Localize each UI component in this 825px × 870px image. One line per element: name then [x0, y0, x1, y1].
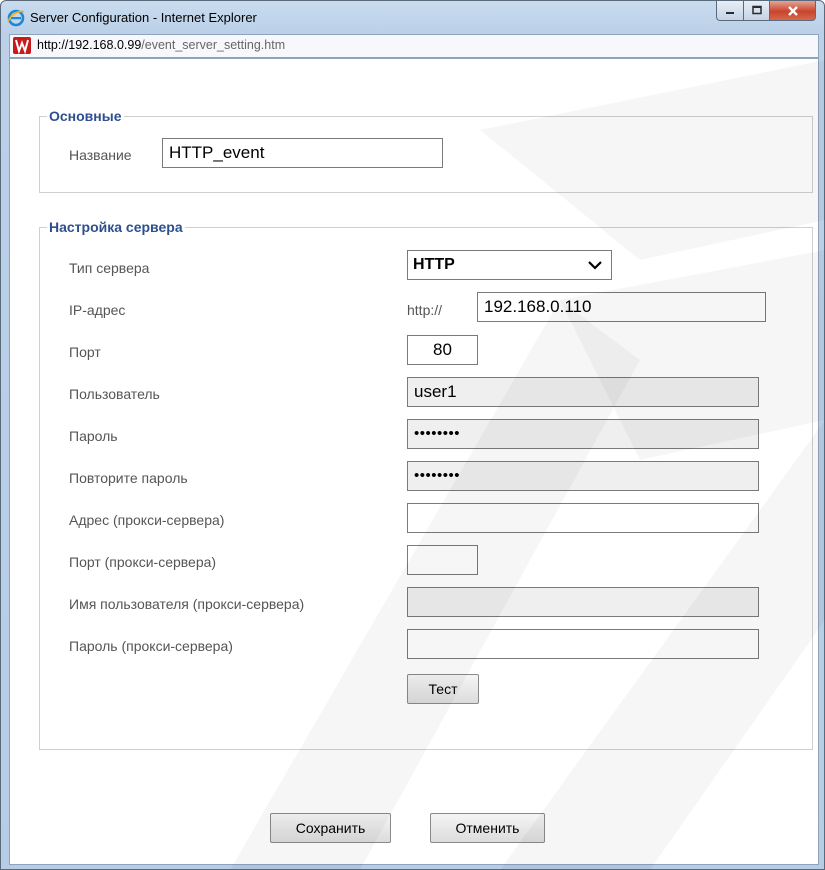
proxy-address-label: Адрес (прокси-сервера) [69, 512, 225, 528]
internet-explorer-icon [7, 9, 25, 27]
server-settings-legend: Настройка сервера [49, 219, 183, 235]
server-type-label: Тип сервера [69, 260, 150, 276]
close-icon [787, 5, 798, 16]
proxy-port-input[interactable] [407, 545, 478, 575]
test-button[interactable]: Тест [407, 674, 479, 704]
title-bar[interactable]: Server Configuration - Internet Explorer [1, 1, 824, 33]
port-input[interactable]: 80 [407, 335, 478, 365]
save-button[interactable]: Сохранить [270, 813, 391, 843]
basic-settings-legend: Основные [49, 108, 122, 124]
minimize-button[interactable] [716, 1, 744, 21]
proxy-address-input[interactable] [407, 503, 759, 533]
url-host: 192.168.0.99 [68, 38, 142, 52]
proxy-port-label: Порт (прокси-сервера) [69, 554, 217, 570]
maximize-icon [751, 5, 762, 15]
server-type-select[interactable]: HTTP [407, 250, 612, 280]
close-button[interactable] [770, 1, 816, 21]
site-favicon-icon [13, 37, 31, 55]
address-bar[interactable]: http://192.168.0.99/event_server_setting… [9, 34, 819, 58]
proxy-password-input[interactable] [407, 629, 759, 659]
url-scheme: http:// [37, 38, 69, 52]
user-input[interactable]: user1 [407, 377, 759, 407]
minimize-icon [726, 11, 734, 14]
url-path: /event_server_setting.htm [141, 38, 286, 52]
password-input[interactable]: •••••••• [407, 419, 759, 449]
password-label: Пароль [69, 428, 118, 444]
server-type-value: HTTP [413, 256, 455, 273]
ip-address-input[interactable]: 192.168.0.110 [477, 292, 766, 322]
repeat-password-input[interactable]: •••••••• [407, 461, 759, 491]
browser-window: Server Configuration - Internet Explorer… [0, 0, 825, 870]
page-content: Основные Название HTTP_event Настройка с… [9, 58, 819, 865]
proxy-password-label: Пароль (прокси-сервера) [69, 638, 233, 654]
ip-prefix-label: http:// [407, 302, 443, 318]
proxy-user-input[interactable] [407, 587, 759, 617]
maximize-button[interactable] [744, 1, 770, 21]
repeat-password-label: Повторите пароль [69, 470, 188, 486]
proxy-user-label: Имя пользователя (прокси-сервера) [69, 596, 305, 612]
ip-address-label: IP-адрес [69, 302, 126, 318]
address-url[interactable]: http://192.168.0.99/event_server_setting… [37, 38, 285, 52]
cancel-button[interactable]: Отменить [430, 813, 545, 843]
window-title: Server Configuration - Internet Explorer [30, 10, 257, 25]
name-input[interactable]: HTTP_event [162, 138, 443, 168]
name-label: Название [69, 147, 132, 163]
port-label: Порт [69, 344, 101, 360]
chevron-down-icon [588, 261, 602, 270]
user-label: Пользователь [69, 386, 160, 402]
